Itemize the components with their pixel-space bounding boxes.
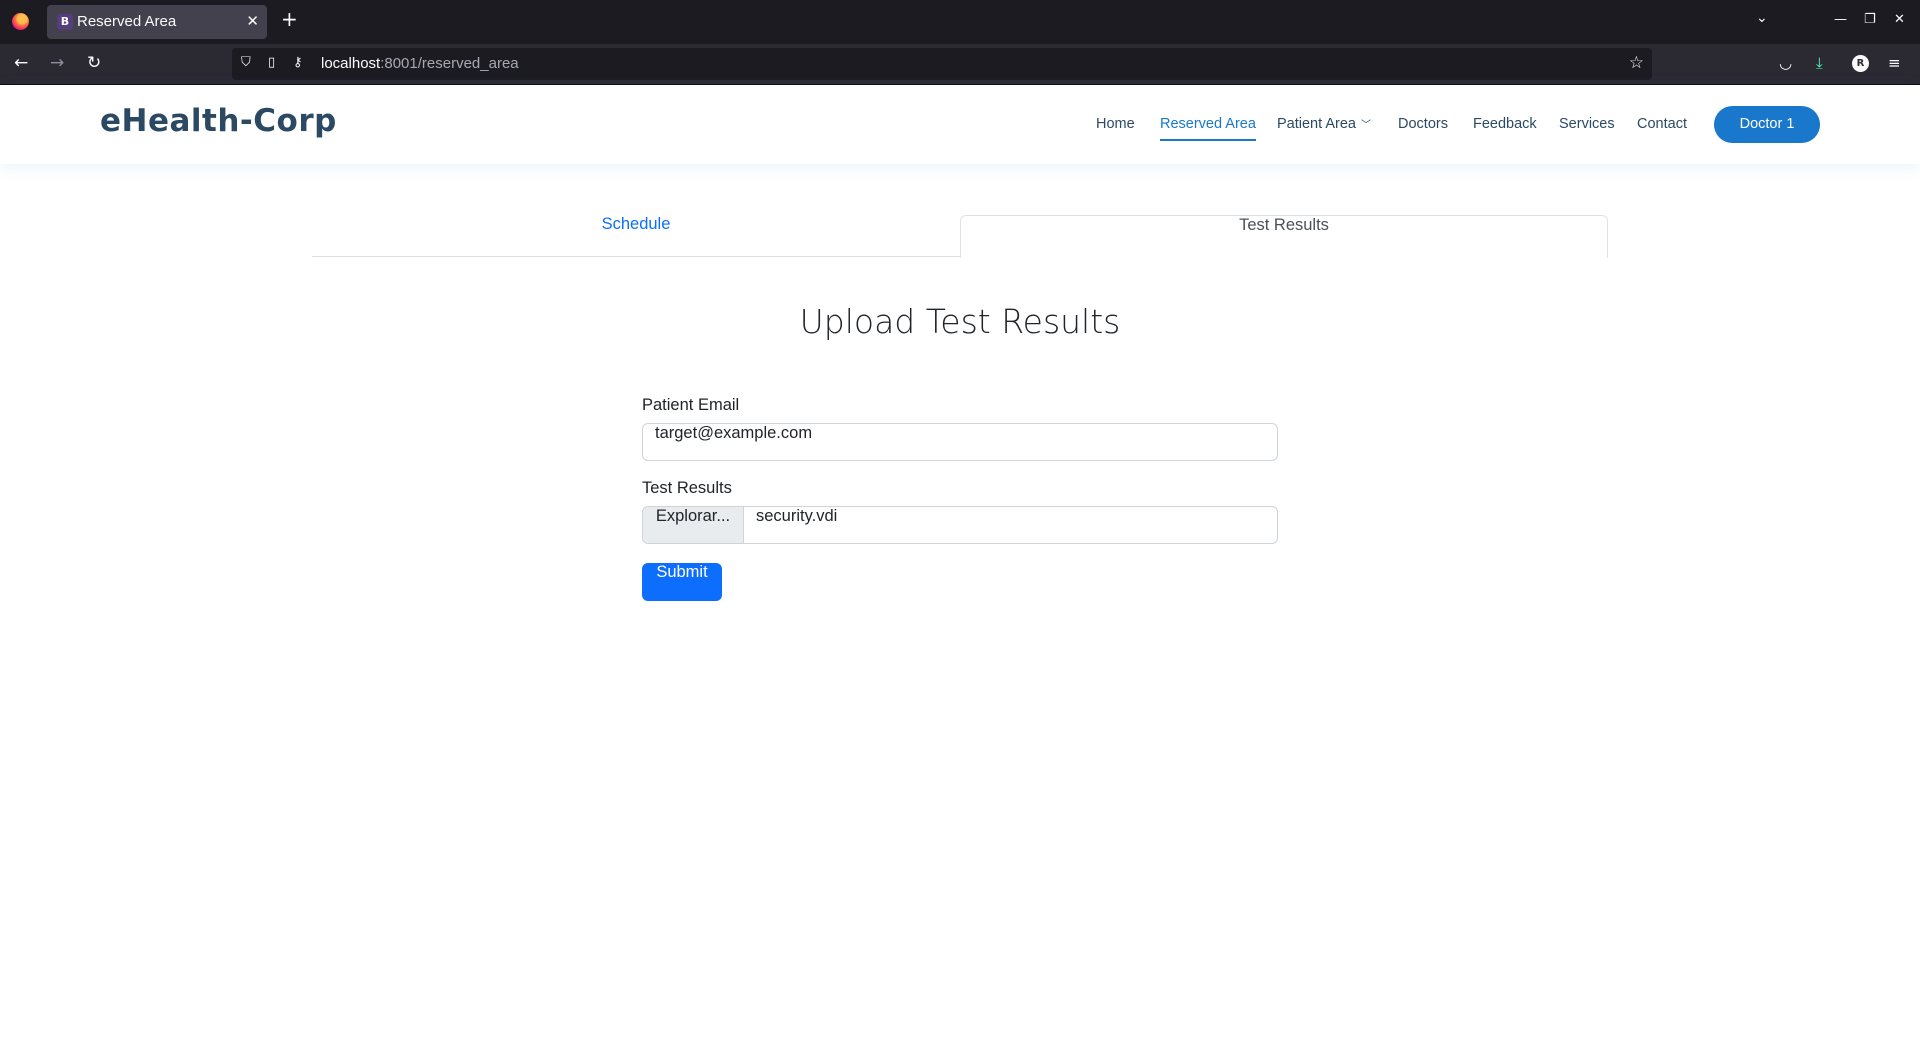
url-text[interactable]: localhost:8001/reserved_area — [321, 55, 519, 72]
page-title: Upload Test Results — [799, 302, 1121, 341]
account-icon[interactable]: R — [1852, 55, 1869, 72]
email-label: Patient Email — [642, 396, 740, 414]
nav-feedback[interactable]: Feedback — [1473, 116, 1537, 132]
nav-patient-area-label: Patient Area — [1277, 116, 1356, 132]
close-window-icon[interactable]: ✕ — [1894, 12, 1905, 27]
download-icon[interactable]: ⤓ — [1816, 54, 1823, 72]
site-logo[interactable]: eHealth-Corp — [100, 103, 337, 139]
url-path: :8001/reserved_area — [380, 55, 519, 72]
minimize-icon[interactable]: — — [1834, 12, 1847, 27]
chevron-down-icon: ﹀ — [1361, 120, 1371, 131]
forward-icon[interactable]: → — [50, 53, 64, 73]
browser-tab[interactable]: B Reserved Area ✕ — [47, 5, 267, 39]
nav-doctors[interactable]: Doctors — [1398, 116, 1448, 132]
file-input[interactable]: Explorar... security.vdi — [642, 506, 1278, 544]
tab-schedule[interactable]: Schedule — [312, 215, 960, 257]
nav-reserved-area[interactable]: Reserved Area — [1160, 116, 1256, 141]
nav-home[interactable]: Home — [1096, 116, 1135, 132]
submit-button[interactable]: Submit — [642, 563, 722, 601]
page-icon: ▯ — [268, 55, 276, 70]
browse-button[interactable]: Explorar... — [643, 507, 744, 543]
file-name: security.vdi — [756, 507, 838, 525]
url-bar[interactable]: ⛉ ▯ ⚷ localhost:8001/reserved_area ☆ — [232, 48, 1652, 80]
tab-test-results[interactable]: Test Results — [960, 215, 1608, 258]
close-tab-icon[interactable]: ✕ — [246, 12, 259, 30]
reload-icon[interactable]: ↻ — [87, 53, 101, 73]
nav-services[interactable]: Services — [1559, 116, 1615, 132]
content-tabs: Schedule Test Results — [312, 215, 1608, 258]
tab-title: Reserved Area — [77, 13, 177, 30]
browser-toolbar: ← → ↻ ⛉ ▯ ⚷ localhost:8001/reserved_area… — [0, 44, 1920, 85]
list-all-tabs-icon[interactable]: ⌄ — [1756, 10, 1768, 26]
shield-icon[interactable]: ⛉ — [241, 55, 251, 70]
browser-tabstrip: B Reserved Area ✕ + ⌄ — ❐ ✕ — [0, 0, 1920, 44]
pocket-icon[interactable]: ◡ — [1779, 54, 1792, 72]
back-icon[interactable]: ← — [14, 53, 28, 73]
bookmark-star-icon[interactable]: ☆ — [1629, 53, 1644, 73]
tab-favicon-icon: B — [57, 14, 73, 30]
url-host: localhost — [321, 55, 381, 72]
file-group: Test Results Explorar... security.vdi — [642, 479, 1278, 544]
key-icon[interactable]: ⚷ — [293, 55, 303, 70]
nav-patient-area[interactable]: Patient Area ﹀ — [1277, 116, 1371, 132]
email-field[interactable]: target@example.com — [642, 423, 1278, 461]
new-tab-icon[interactable]: + — [281, 8, 298, 30]
user-button[interactable]: Doctor 1 — [1714, 106, 1820, 143]
nav-contact[interactable]: Contact — [1637, 116, 1687, 132]
menu-icon[interactable]: ≡ — [1888, 54, 1901, 72]
file-label: Test Results — [642, 479, 732, 497]
restore-icon[interactable]: ❐ — [1864, 12, 1876, 27]
upload-form: Patient Email target@example.com Test Re… — [642, 396, 1278, 601]
site-header: eHealth-Corp Home Reserved Area Patient … — [0, 85, 1920, 164]
email-group: Patient Email target@example.com — [642, 396, 1278, 461]
firefox-logo-icon[interactable] — [12, 13, 29, 30]
